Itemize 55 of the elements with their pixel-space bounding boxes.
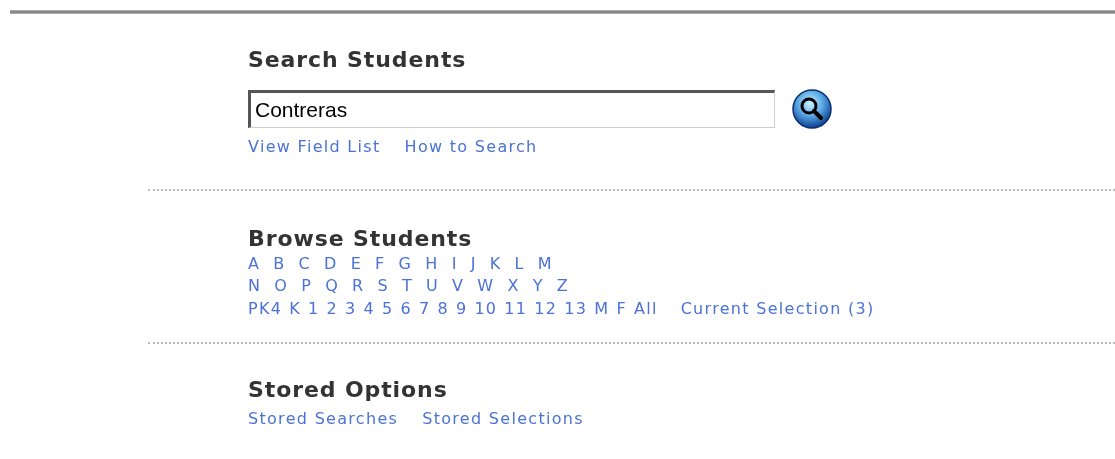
grade-link[interactable]: 4 — [363, 297, 375, 320]
letter-link[interactable]: M — [537, 252, 553, 275]
grade-link[interactable]: F — [616, 297, 627, 320]
grade-link[interactable]: All — [633, 297, 658, 320]
grade-link[interactable]: M — [594, 297, 610, 320]
section-heading: Search Students — [248, 46, 468, 74]
section-heading: Browse Students — [248, 224, 474, 253]
grade-link[interactable]: 3 — [345, 297, 357, 320]
grade-link[interactable]: 13 — [564, 297, 588, 320]
grade-link[interactable]: 5 — [381, 297, 394, 320]
grade-link[interactable]: 12 — [534, 297, 558, 320]
letter-link[interactable]: R — [352, 275, 365, 298]
grade-link[interactable]: 8 — [437, 297, 449, 320]
letter-link[interactable]: L — [514, 252, 525, 275]
grade-link[interactable]: 9 — [455, 297, 468, 320]
letter-link[interactable]: X — [507, 275, 520, 298]
grade-link[interactable]: 10 — [474, 297, 498, 320]
current-selection-link[interactable]: Current Selection (3) — [680, 297, 875, 320]
letter-link[interactable]: H — [425, 252, 439, 275]
letter-link[interactable]: C — [298, 252, 311, 275]
letter-link[interactable]: K — [489, 252, 502, 275]
letter-link[interactable]: J — [470, 252, 477, 275]
letter-link[interactable]: Q — [325, 275, 340, 298]
letter-link[interactable]: P — [301, 275, 313, 298]
letter-link[interactable]: G — [398, 252, 413, 275]
stored-link[interactable]: Stored Selections — [422, 408, 584, 431]
grade-link[interactable]: 1 — [308, 297, 320, 320]
letter-link[interactable]: D — [324, 252, 338, 275]
letter-link[interactable]: T — [401, 275, 413, 298]
grade-link[interactable]: 11 — [504, 297, 528, 320]
letter-link[interactable]: Z — [556, 275, 569, 298]
grade-link[interactable]: 7 — [418, 297, 431, 320]
letter-link[interactable]: F — [375, 252, 386, 275]
grade-link[interactable]: 2 — [326, 297, 338, 320]
section-heading: Stored Options — [248, 376, 449, 404]
letter-link[interactable]: W — [477, 275, 495, 298]
help-link[interactable]: View Field List — [248, 136, 381, 159]
search-button[interactable] — [791, 88, 833, 130]
letter-link[interactable]: I — [451, 252, 458, 275]
help-link[interactable]: How to Search — [404, 136, 538, 159]
stored-link[interactable]: Stored Searches — [248, 408, 399, 431]
grade-link[interactable]: K — [289, 297, 302, 320]
letter-link[interactable]: A — [248, 252, 261, 275]
search-icon — [791, 88, 833, 130]
letter-link[interactable]: B — [273, 252, 286, 275]
letter-link[interactable]: S — [377, 275, 389, 298]
grade-link[interactable]: 6 — [400, 297, 412, 320]
letter-link[interactable]: N — [248, 275, 262, 298]
letter-link[interactable]: Y — [532, 275, 544, 298]
search-field[interactable]: Contreras — [248, 90, 775, 128]
grade-link[interactable]: PK4 — [248, 297, 283, 320]
letter-link[interactable]: U — [426, 275, 440, 298]
letter-link[interactable]: E — [350, 252, 363, 275]
letter-link[interactable]: V — [452, 275, 465, 298]
letter-link[interactable]: O — [274, 275, 289, 298]
